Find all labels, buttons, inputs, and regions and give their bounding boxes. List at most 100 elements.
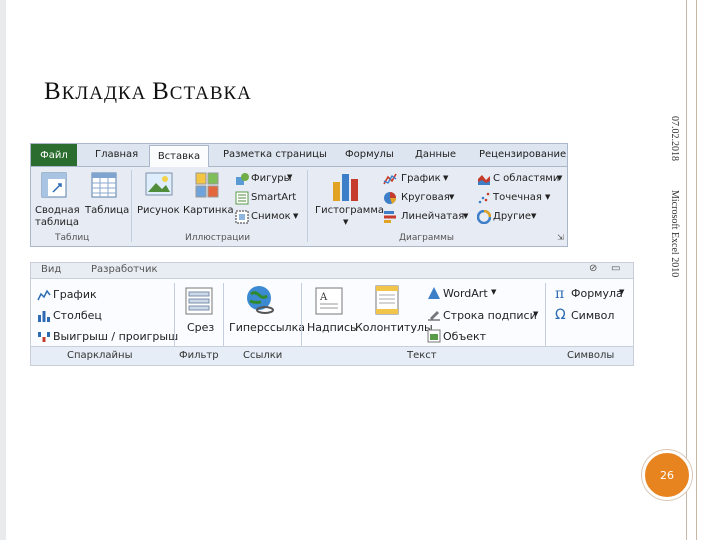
group-label-illustrations: Иллюстрации [185, 233, 251, 243]
line-chart-icon[interactable] [383, 172, 397, 186]
table-icon[interactable] [91, 172, 117, 198]
formula-dropdown-icon[interactable]: ▼ [619, 288, 624, 296]
pivot-table-label-1: Сводная [35, 205, 80, 216]
tab-formulas[interactable]: Формулы [345, 149, 394, 160]
other-charts-icon[interactable] [477, 210, 491, 224]
sparkline-winloss-label[interactable]: Выигрыш / проигрыш [53, 330, 178, 343]
scatter-chart-icon[interactable] [477, 191, 491, 205]
line-chart-dropdown-icon[interactable]: ▼ [443, 174, 448, 182]
hyperlink-label: Гиперссылка [229, 321, 305, 334]
signature-line-label[interactable]: Строка подписи [443, 309, 537, 322]
column-chart-label: Гистограмма [315, 205, 384, 216]
pie-chart-icon[interactable] [383, 191, 397, 205]
header-footer-icon[interactable] [375, 285, 399, 315]
group-label-text: Текст [407, 350, 437, 361]
object-label[interactable]: Объект [443, 330, 486, 343]
group-separator [223, 283, 224, 347]
tab-home[interactable]: Главная [95, 149, 138, 160]
line-chart-label[interactable]: График [401, 173, 441, 184]
shapes-label[interactable]: Фигуры [251, 173, 292, 184]
textbox-label: Надпись [307, 321, 357, 334]
group-label-tables: Таблиц [55, 233, 90, 243]
sparkline-line-label[interactable]: График [53, 288, 97, 301]
pivot-table-label-2: таблица [35, 217, 79, 228]
symbol-icon[interactable]: Ω [555, 307, 566, 323]
slide-footer: Microsoft Excel 2010 [669, 190, 680, 278]
scatter-chart-dropdown-icon[interactable]: ▼ [545, 193, 550, 201]
tab-review[interactable]: Рецензирование [479, 149, 566, 160]
pie-chart-dropdown-icon[interactable]: ▼ [449, 193, 454, 201]
textbox-icon[interactable]: A [315, 287, 343, 315]
wordart-label[interactable]: WordArt [443, 287, 488, 300]
ribbon-insert-top: Файл Главная Вставка Разметка страницы Ф… [30, 143, 568, 247]
formula-icon[interactable]: π [555, 286, 564, 302]
ribbon2-tab-bar: Вид Разработчик ⊘ ▭ [31, 263, 633, 279]
clipart-label: Картинка [183, 205, 234, 216]
tab-view[interactable]: Вид [41, 264, 61, 275]
ribbon2-body: График Столбец Выигрыш / проигрыш Срез Г… [31, 279, 633, 349]
svg-text:A: A [319, 292, 328, 303]
group-label-symbols: Символы [567, 350, 615, 361]
area-chart-dropdown-icon[interactable]: ▼ [557, 174, 562, 182]
page-number: 26 [642, 450, 692, 500]
group-label-filter: Фильтр [179, 350, 219, 361]
formula-label[interactable]: Формула [571, 287, 623, 300]
pie-chart-label[interactable]: Круговая [401, 192, 450, 203]
slide-date: 07.02.2018 [669, 116, 680, 161]
sparkline-column-label[interactable]: Столбец [53, 309, 102, 322]
screenshot-label[interactable]: Снимок [251, 211, 291, 222]
table-label: Таблица [85, 205, 130, 216]
slicer-icon[interactable] [185, 287, 213, 315]
shapes-dropdown-icon[interactable]: ▼ [287, 173, 292, 181]
column-chart-icon[interactable] [331, 172, 361, 202]
tab-page-layout[interactable]: Разметка страницы [223, 149, 327, 160]
bar-chart-label[interactable]: Линейчатая [401, 211, 464, 222]
group-separator [131, 170, 132, 242]
screenshot-dropdown-icon[interactable]: ▼ [293, 212, 298, 220]
picture-icon[interactable] [145, 172, 173, 198]
tab-data[interactable]: Данные [415, 149, 456, 160]
ribbon2-group-labels: Спарклайны Фильтр Ссылки Текст Символы [31, 346, 633, 365]
sparkline-winloss-icon[interactable] [37, 330, 51, 344]
signature-line-dropdown-icon[interactable]: ▼ [533, 310, 538, 318]
decorative-line [696, 0, 697, 540]
screenshot-icon[interactable] [235, 210, 249, 224]
dialog-launcher-icon[interactable]: ⇲ [557, 233, 564, 242]
bar-chart-icon[interactable] [383, 210, 397, 224]
tab-file[interactable]: Файл [31, 144, 77, 166]
tab-insert[interactable]: Вставка [149, 145, 209, 167]
column-chart-dropdown-icon[interactable]: ▼ [343, 218, 348, 226]
shapes-icon[interactable] [235, 172, 249, 186]
slide-title: ВКЛАДКА ВСТАВКА [44, 78, 252, 105]
other-charts-label[interactable]: Другие [493, 211, 531, 222]
area-chart-icon[interactable] [477, 172, 491, 186]
bar-chart-dropdown-icon[interactable]: ▼ [463, 212, 468, 220]
group-separator [545, 283, 546, 347]
wordart-icon[interactable] [427, 286, 441, 300]
sparkline-line-icon[interactable] [37, 288, 51, 302]
help-icon[interactable]: ⊘ [589, 263, 597, 274]
group-label-charts: Диаграммы [399, 233, 455, 243]
object-icon[interactable] [427, 329, 441, 343]
tab-insert-label: Вставка [157, 151, 201, 162]
smartart-label[interactable]: SmartArt [251, 192, 296, 203]
group-label-links: Ссылки [243, 350, 283, 361]
scatter-chart-label[interactable]: Точечная [493, 192, 542, 203]
ribbon-tab-bar: Файл Главная Вставка Разметка страницы Ф… [31, 144, 567, 167]
smartart-icon[interactable] [235, 191, 249, 205]
other-charts-dropdown-icon[interactable]: ▼ [531, 212, 536, 220]
symbol-label[interactable]: Символ [571, 309, 614, 322]
area-chart-label[interactable]: С областями [493, 173, 559, 184]
pivot-table-icon[interactable] [41, 172, 67, 198]
picture-label: Рисунок [137, 205, 180, 216]
clipart-icon[interactable] [195, 172, 219, 198]
hyperlink-icon[interactable] [245, 285, 275, 315]
tab-developer[interactable]: Разработчик [91, 264, 158, 275]
header-footer-label: Колонтитулы [355, 321, 433, 334]
signature-line-icon[interactable] [427, 308, 441, 322]
wordart-dropdown-icon[interactable]: ▼ [491, 288, 496, 296]
minimize-icon[interactable]: ▭ [611, 263, 620, 274]
ribbon-insert-bottom: Вид Разработчик ⊘ ▭ График Столбец Выигр… [30, 262, 634, 366]
group-separator [301, 283, 302, 347]
sparkline-column-icon[interactable] [37, 309, 51, 323]
